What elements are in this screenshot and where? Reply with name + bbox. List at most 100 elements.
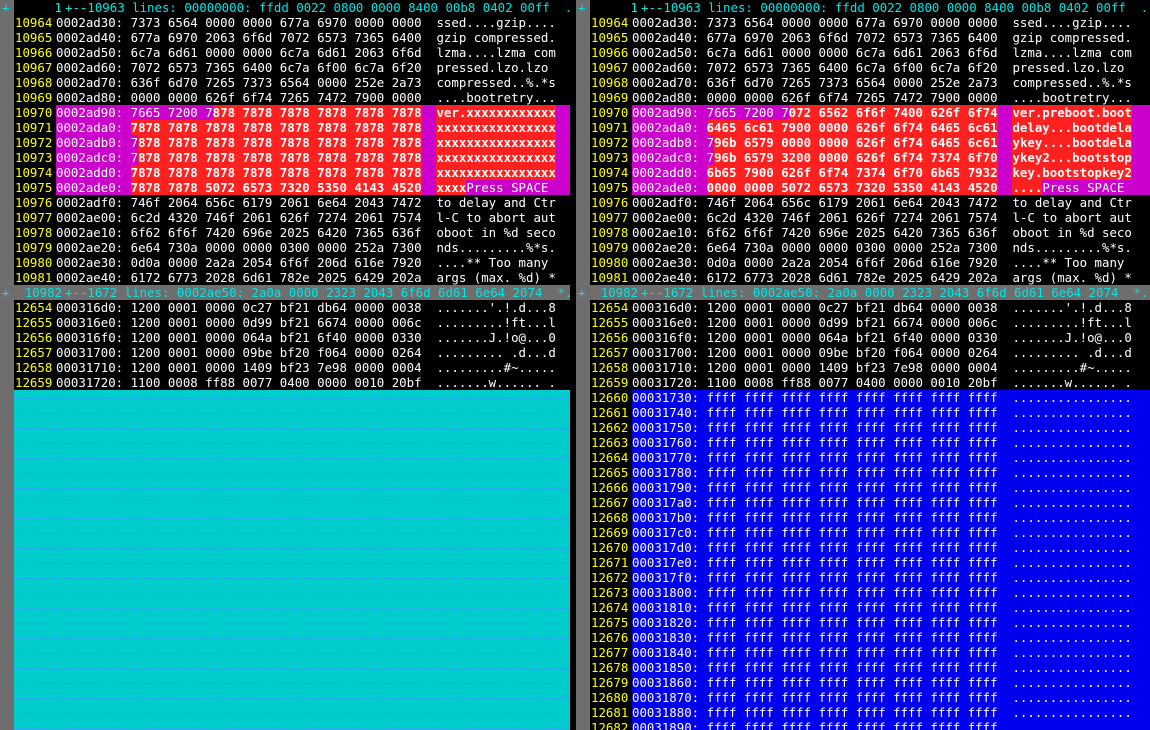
hex-line[interactable]: 10979 0002ae20: 6e64 730a 0000 0000 0300 …: [590, 240, 1150, 255]
fold-line-number: 1: [630, 0, 638, 15]
added-hex-line[interactable]: 12671 000317e0: ffff ffff ffff ffff ffff …: [590, 555, 1150, 570]
added-hex-line[interactable]: 12674 00031810: ffff ffff ffff ffff ffff …: [590, 600, 1150, 615]
added-hex-line[interactable]: 12663 00031760: ffff ffff ffff ffff ffff …: [590, 435, 1150, 450]
added-hex-line[interactable]: 12673 00031800: ffff ffff ffff ffff ffff …: [590, 585, 1150, 600]
left-diff-pane[interactable]: +1 +--10963 lines: 00000000: ffdd 0022 08…: [0, 0, 570, 730]
added-hex-line[interactable]: 12678 00031850: ffff ffff ffff ffff ffff …: [590, 660, 1150, 675]
changed-hex-line[interactable]: 10974 0002add0: 6b65 7900 626f 6f74 7374 …: [590, 165, 1150, 180]
top-fold-line[interactable]: +1 +--10963 lines: 00000000: ffdd 0022 08…: [578, 0, 1150, 15]
hex-line[interactable]: 10969 0002ad80: 0000 0000 626f 6f74 7265 …: [590, 90, 1150, 105]
added-hex-line[interactable]: 12660 00031730: ffff ffff ffff ffff ffff …: [590, 390, 1150, 405]
ascii-text-changed: xxxxxxxxxxxxxxxx: [436, 135, 556, 150]
hex-offset: 00031800:: [632, 585, 700, 600]
hex-line[interactable]: 10980 0002ae30: 0d0a 0000 2a2a 2054 6f6f …: [14, 255, 570, 270]
ascii-text: .......J.!o@...0: [1012, 330, 1132, 345]
hex-line[interactable]: 10964 0002ad30: 7373 6564 0000 0000 677a …: [590, 15, 1150, 30]
right-diff-pane[interactable]: +1 +--10963 lines: 00000000: ffdd 0022 08…: [576, 0, 1150, 730]
changed-hex-line[interactable]: 10971 0002ada0: 7878 7878 7878 7878 7878 …: [14, 120, 570, 135]
hex-line[interactable]: 12659 00031720: 1100 0008 ff88 0077 0400 …: [590, 375, 1150, 390]
hex-line[interactable]: 12657 00031700: 1200 0001 0000 09be bf20 …: [590, 345, 1150, 360]
added-hex-line[interactable]: 12668 000317b0: ffff ffff ffff ffff ffff …: [590, 510, 1150, 525]
changed-hex-line[interactable]: 10970 0002ad90: 7665 7200 7072 6562 6f6f …: [590, 105, 1150, 120]
added-hex-line[interactable]: 12667 000317a0: ffff ffff ffff ffff ffff …: [590, 495, 1150, 510]
hex-line[interactable]: 10965 0002ad40: 677a 6970 2063 6f6d 7072 …: [590, 30, 1150, 45]
hex-line[interactable]: 10969 0002ad80: 0000 0000 626f 6f74 7265 …: [14, 90, 570, 105]
hex-line[interactable]: 10976 0002adf0: 746f 2064 656c 6179 2061 …: [590, 195, 1150, 210]
ascii-text: nds.........%*s.: [436, 240, 556, 255]
hex-line[interactable]: 10977 0002ae00: 6c2d 4320 746f 2061 626f …: [14, 210, 570, 225]
hex-line[interactable]: 10964 0002ad30: 7373 6564 0000 0000 677a …: [14, 15, 570, 30]
right-pane-content[interactable]: +1 +--10963 lines: 00000000: ffdd 0022 08…: [578, 0, 1150, 730]
added-hex-line[interactable]: 12681 00031880: ffff ffff ffff ffff ffff …: [590, 705, 1150, 720]
hex-line[interactable]: 12657 00031700: 1200 0001 0000 09be bf20 …: [14, 345, 570, 360]
hex-line[interactable]: 10966 0002ad50: 6c7a 6d61 0000 0000 6c7a …: [590, 45, 1150, 60]
changed-hex-line[interactable]: 10972 0002adb0: 7878 7878 7878 7878 7878 …: [14, 135, 570, 150]
left-pane-content[interactable]: +1 +--10963 lines: 00000000: ffdd 0022 08…: [2, 0, 570, 730]
added-hex-line[interactable]: 12670 000317d0: ffff ffff ffff ffff ffff …: [590, 540, 1150, 555]
added-hex-line[interactable]: 12679 00031860: ffff ffff ffff ffff ffff …: [590, 675, 1150, 690]
added-hex-line[interactable]: 12677 00031840: ffff ffff ffff ffff ffff …: [590, 645, 1150, 660]
hex-bytes-changed: 878 7878 7878 7878 7878 7878 7878 7878: [138, 135, 422, 150]
changed-hex-line[interactable]: 10975 0002ade0: 0000 0000 5072 6573 7320 …: [590, 180, 1150, 195]
hex-line[interactable]: 10976 0002adf0: 746f 2064 656c 6179 2061 …: [14, 195, 570, 210]
fold-column: [576, 0, 590, 730]
hex-line[interactable]: 10980 0002ae30: 0d0a 0000 2a2a 2054 6f6f …: [590, 255, 1150, 270]
hex-line[interactable]: 10981 0002ae40: 6172 6773 2028 6d61 782e …: [14, 270, 570, 285]
fold-plus-icon[interactable]: +: [578, 285, 588, 300]
added-hex-line[interactable]: 12682 00031890: ffff ffff ffff ffff ffff …: [590, 720, 1150, 730]
line-number: 10971: [14, 120, 56, 135]
added-hex-line[interactable]: 12662 00031750: ffff ffff ffff ffff ffff …: [590, 420, 1150, 435]
top-fold-line[interactable]: +1 +--10963 lines: 00000000: ffdd 0022 08…: [2, 0, 570, 15]
fold-plus-icon[interactable]: +: [2, 0, 12, 15]
changed-hex-line[interactable]: 10970 0002ad90: 7665 7200 7878 7878 7878 …: [14, 105, 570, 120]
changed-hex-line[interactable]: 10971 0002ada0: 6465 6c61 7900 0000 626f …: [590, 120, 1150, 135]
changed-hex-line[interactable]: 10972 0002adb0: 796b 6579 0000 0000 626f …: [590, 135, 1150, 150]
added-hex-line[interactable]: 12665 00031780: ffff ffff ffff ffff ffff …: [590, 465, 1150, 480]
hex-line[interactable]: 10979 0002ae20: 6e64 730a 0000 0000 0300 …: [14, 240, 570, 255]
added-hex-line[interactable]: 12680 00031870: ffff ffff ffff ffff ffff …: [590, 690, 1150, 705]
hex-line[interactable]: 10981 0002ae40: 6172 6773 2028 6d61 782e …: [590, 270, 1150, 285]
changed-hex-line[interactable]: 10975 0002ade0: 7878 7878 5072 6573 7320 …: [14, 180, 570, 195]
changed-hex-line[interactable]: 10974 0002add0: 7878 7878 7878 7878 7878 …: [14, 165, 570, 180]
hex-line[interactable]: 10977 0002ae00: 6c2d 4320 746f 2061 626f …: [590, 210, 1150, 225]
hex-line[interactable]: 12656 000316f0: 1200 0001 0000 064a bf21 …: [590, 330, 1150, 345]
hex-line[interactable]: 10965 0002ad40: 677a 6970 2063 6f6d 7072 …: [14, 30, 570, 45]
hex-offset: 000316f0:: [56, 330, 124, 345]
added-hex-line[interactable]: 12672 000317f0: ffff ffff ffff ffff ffff …: [590, 570, 1150, 585]
hex-line[interactable]: 10978 0002ae10: 6f62 6f6f 7420 696e 2025 …: [14, 225, 570, 240]
added-hex-line[interactable]: 12661 00031740: ffff ffff ffff ffff ffff …: [590, 405, 1150, 420]
hex-line[interactable]: 10966 0002ad50: 6c7a 6d61 0000 0000 6c7a …: [14, 45, 570, 60]
hex-line[interactable]: 12658 00031710: 1200 0001 0000 1409 bf23 …: [14, 360, 570, 375]
ascii-text: ................: [1012, 615, 1132, 630]
hex-line[interactable]: 12655 000316e0: 1200 0001 0000 0d99 bf21 …: [590, 315, 1150, 330]
hex-line[interactable]: 10967 0002ad60: 7072 6573 7365 6400 6c7a …: [14, 60, 570, 75]
hex-bytes-changed: 072 6562 6f6f 7400 626f 6f74: [788, 105, 998, 120]
hex-bytes: 0000 0000 626f 6f74 7265 7472 7900 0000: [706, 90, 998, 105]
hex-line[interactable]: 12655 000316e0: 1200 0001 0000 0d99 bf21 …: [14, 315, 570, 330]
line-number: 10972: [590, 135, 632, 150]
hex-line[interactable]: 12654 000316d0: 1200 0001 0000 0c27 bf21 …: [590, 300, 1150, 315]
added-hex-line[interactable]: 12666 00031790: ffff ffff ffff ffff ffff …: [590, 480, 1150, 495]
changed-hex-line[interactable]: 10973 0002adc0: 7878 7878 7878 7878 7878 …: [14, 150, 570, 165]
hex-line[interactable]: 10968 0002ad70: 636f 6d70 7265 7373 6564 …: [14, 75, 570, 90]
hex-line[interactable]: 12659 00031720: 1100 0008 ff88 0077 0400 …: [14, 375, 570, 390]
fold-plus-icon[interactable]: +: [2, 285, 12, 300]
added-hex-line[interactable]: 12676 00031830: ffff ffff ffff ffff ffff …: [590, 630, 1150, 645]
hex-line[interactable]: 12658 00031710: 1200 0001 0000 1409 bf23 …: [590, 360, 1150, 375]
hex-line[interactable]: 12656 000316f0: 1200 0001 0000 064a bf21 …: [14, 330, 570, 345]
line-number: 12669: [590, 525, 632, 540]
hex-line[interactable]: 10967 0002ad60: 7072 6573 7365 6400 6c7a …: [590, 60, 1150, 75]
fold-plus-icon[interactable]: +: [578, 0, 588, 15]
middle-fold-line[interactable]: +10982 +--1672 lines: 0002ae50: 2a0a 0000…: [578, 285, 1150, 300]
added-hex-line[interactable]: 12664 00031770: ffff ffff ffff ffff ffff …: [590, 450, 1150, 465]
hex-line[interactable]: 12654 000316d0: 1200 0001 0000 0c27 bf21 …: [14, 300, 570, 315]
ascii-text: ................: [1012, 435, 1132, 450]
fold-line-number: 10982: [24, 285, 62, 300]
changed-hex-line[interactable]: 10973 0002adc0: 796b 6579 3200 0000 626f …: [590, 150, 1150, 165]
hex-line[interactable]: 10968 0002ad70: 636f 6d70 7265 7373 6564 …: [590, 75, 1150, 90]
added-hex-line[interactable]: 12675 00031820: ffff ffff ffff ffff ffff …: [590, 615, 1150, 630]
line-number: 10973: [590, 150, 632, 165]
added-hex-line[interactable]: 12669 000317c0: ffff ffff ffff ffff ffff …: [590, 525, 1150, 540]
middle-fold-line[interactable]: +10982 +--1672 lines: 0002ae50: 2a0a 0000…: [2, 285, 570, 300]
hex-line[interactable]: 10978 0002ae10: 6f62 6f6f 7420 696e 2025 …: [590, 225, 1150, 240]
